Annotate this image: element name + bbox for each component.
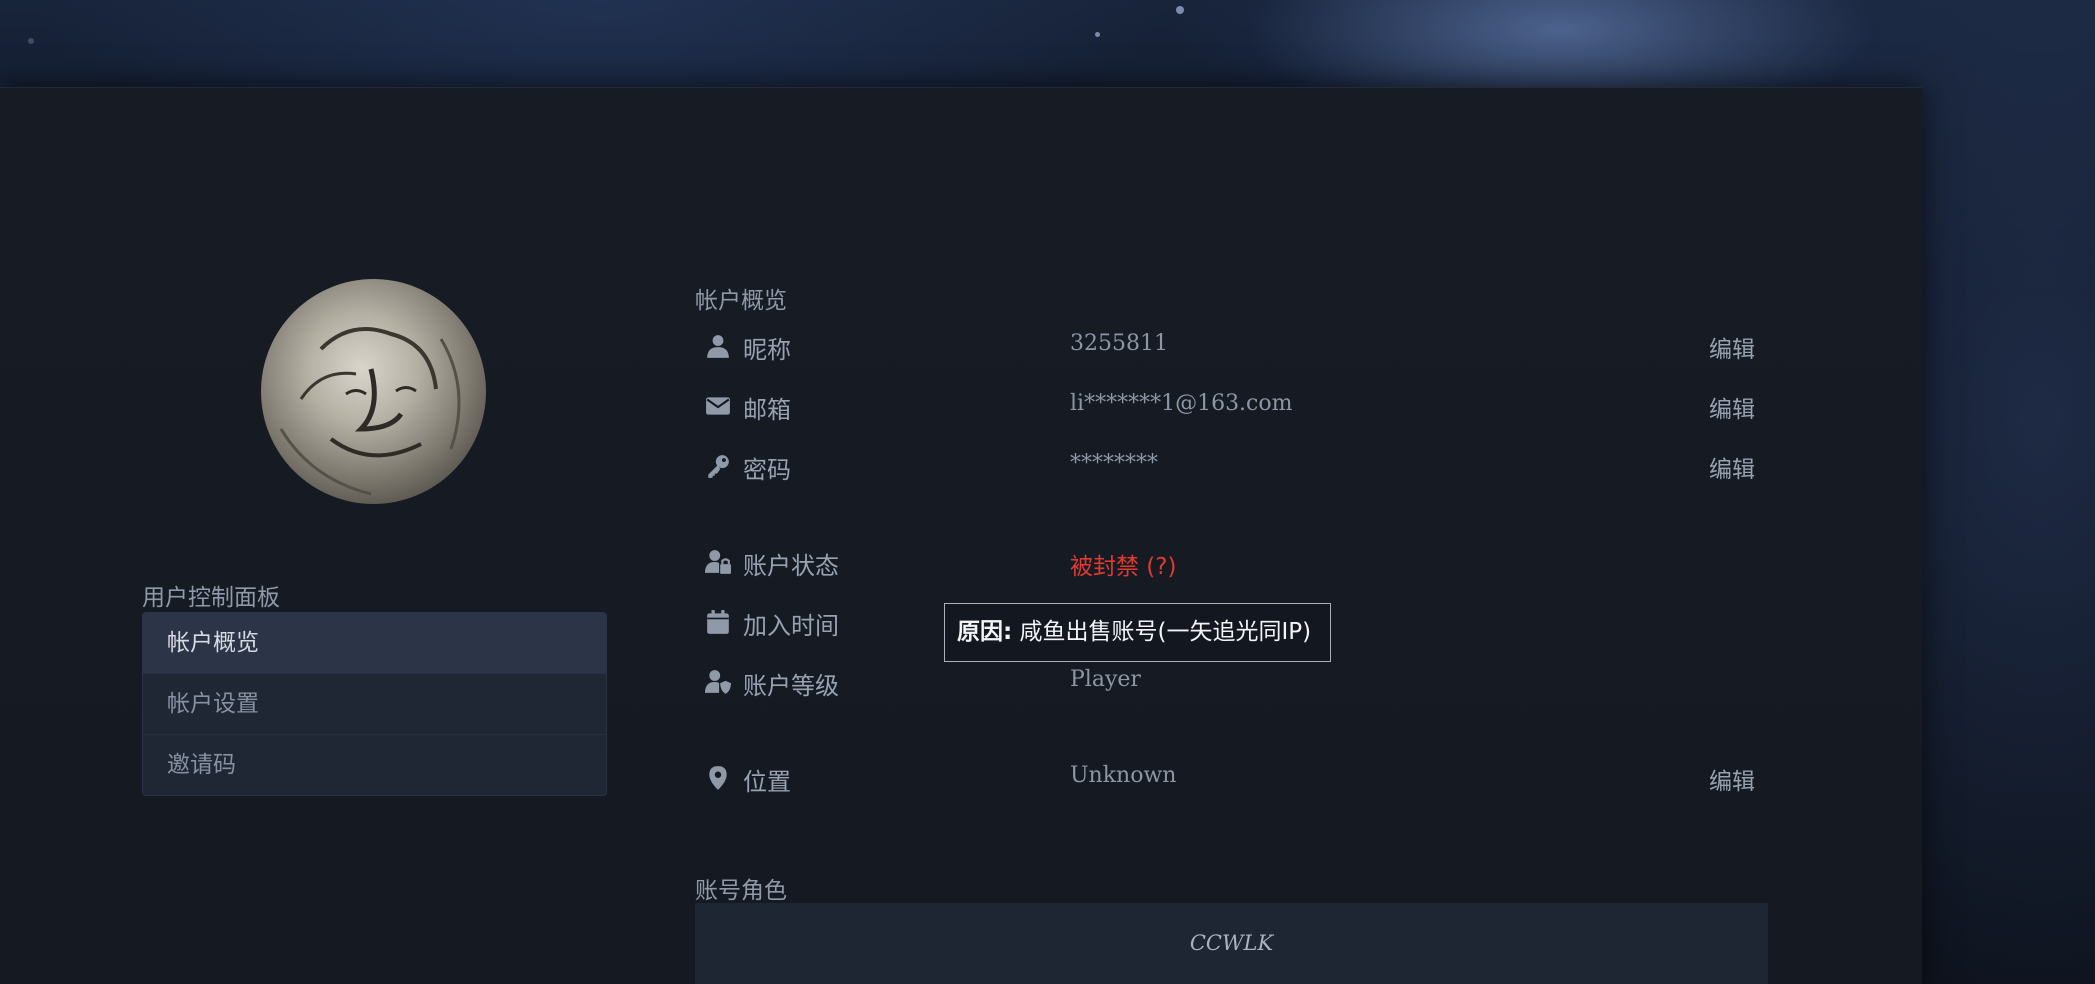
panel-top-edge — [0, 87, 1922, 88]
background-sparkle — [28, 38, 34, 44]
password-row: 密码 ******** 编辑 — [695, 446, 1755, 486]
calendar-icon — [707, 610, 729, 634]
location-value: Unknown — [1070, 763, 1177, 788]
account-level-label: 账户等级 — [743, 672, 839, 700]
background-sparkle — [1095, 32, 1100, 37]
ban-reason-tooltip: 原因: 咸鱼出售账号(一矢追光同IP) — [944, 603, 1331, 662]
account-level-value: Player — [1070, 667, 1141, 692]
nickname-label: 昵称 — [743, 336, 791, 364]
character-item[interactable]: CCWLK — [695, 931, 1768, 955]
sidebar-title: 用户控制面板 — [142, 585, 280, 611]
nickname-value: 3255811 — [1070, 331, 1168, 356]
tooltip-reason-text: 咸鱼出售账号(一矢追光同IP) — [1012, 619, 1312, 645]
background-sparkle — [1176, 6, 1184, 14]
location-row: 位置 Unknown 编辑 — [695, 758, 1755, 798]
password-value: ******** — [1070, 451, 1158, 476]
sidebar-item-account-overview[interactable]: 帐户概览 — [143, 613, 606, 673]
email-value: li*******1@163.com — [1070, 391, 1293, 416]
edit-password-button[interactable]: 编辑 — [1709, 450, 1755, 484]
account-status-value[interactable]: 被封禁 (?) — [1070, 547, 1176, 581]
user-icon — [707, 335, 729, 358]
key-icon — [708, 455, 729, 478]
sidebar-menu: 帐户概览 帐户设置 邀请码 — [142, 612, 607, 796]
edit-location-button[interactable]: 编辑 — [1709, 762, 1755, 796]
avatar — [261, 279, 486, 504]
tooltip-reason-label: 原因: — [957, 619, 1013, 645]
characters-list: CCWLK — [695, 903, 1768, 984]
email-label: 邮箱 — [743, 396, 791, 424]
edit-nickname-button[interactable]: 编辑 — [1709, 330, 1755, 364]
edit-email-button[interactable]: 编辑 — [1709, 390, 1755, 424]
location-label: 位置 — [743, 768, 791, 796]
map-pin-icon — [709, 766, 727, 790]
user-lock-icon — [705, 550, 731, 574]
overview-title: 帐户概览 — [695, 288, 787, 314]
account-level-row: 账户等级 Player — [695, 662, 1755, 702]
sidebar-item-account-settings[interactable]: 帐户设置 — [143, 673, 606, 734]
sidebar-item-invite-code[interactable]: 邀请码 — [143, 734, 606, 795]
join-time-label: 加入时间 — [743, 612, 839, 640]
user-shield-icon — [705, 670, 731, 694]
nickname-row: 昵称 3255811 编辑 — [695, 326, 1755, 366]
avatar-portrait-icon — [279, 327, 461, 496]
email-row: 邮箱 li*******1@163.com 编辑 — [695, 386, 1755, 426]
password-label: 密码 — [743, 456, 791, 484]
account-status-label: 账户状态 — [743, 552, 839, 580]
envelope-icon — [706, 397, 730, 415]
account-status-row: 账户状态 被封禁 (?) — [695, 542, 1755, 582]
characters-title: 账号角色 — [695, 878, 787, 904]
account-panel — [0, 87, 1922, 984]
